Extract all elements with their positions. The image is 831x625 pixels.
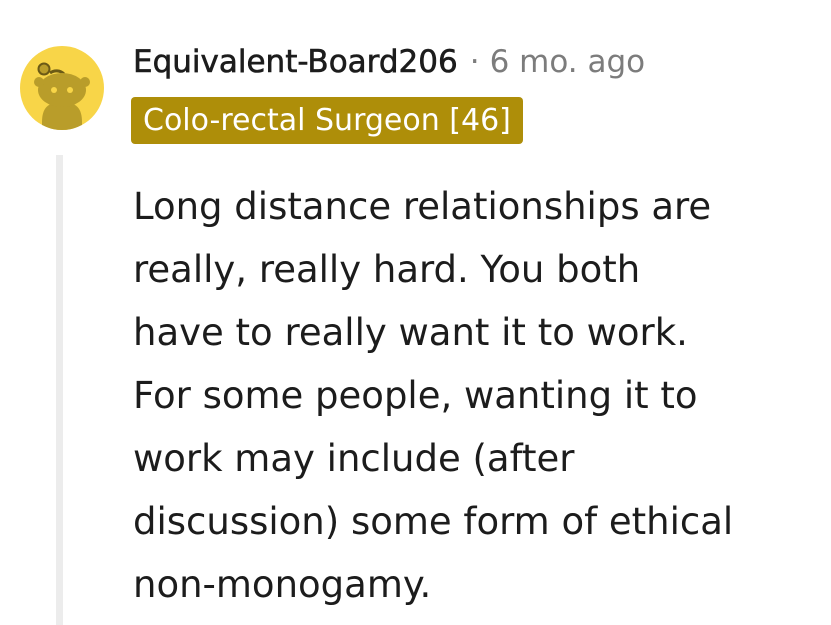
comment-body-line: work may include (after	[133, 437, 575, 480]
comment-body-line: For some people, wanting it to	[133, 374, 698, 417]
comment-body-line: discussion) some form of ethical	[133, 500, 734, 543]
author-username[interactable]: Equivalent-Board206	[133, 44, 458, 81]
snoo-icon	[34, 62, 90, 130]
comment-body-line: have to really want it to work.	[133, 311, 688, 354]
comment: Equivalent-Board206 · 6 mo. ago Colo-recta…	[0, 0, 831, 625]
comment-body-line: non-monogamy.	[133, 563, 432, 606]
thread-line[interactable]	[56, 155, 63, 625]
comment-body: Long distance relationships are really, …	[133, 175, 813, 616]
comment-meta: Equivalent-Board206 · 6 mo. ago	[133, 40, 645, 84]
comment-body-line: Long distance relationships are	[133, 185, 712, 228]
user-flair-badge: Colo-rectal Surgeon [46]	[131, 97, 523, 144]
meta-separator: ·	[469, 44, 480, 80]
comment-body-line: really, really hard. You both	[133, 248, 641, 291]
comment-timestamp[interactable]: 6 mo. ago	[490, 44, 646, 80]
snoo-avatar-icon[interactable]	[20, 46, 104, 130]
